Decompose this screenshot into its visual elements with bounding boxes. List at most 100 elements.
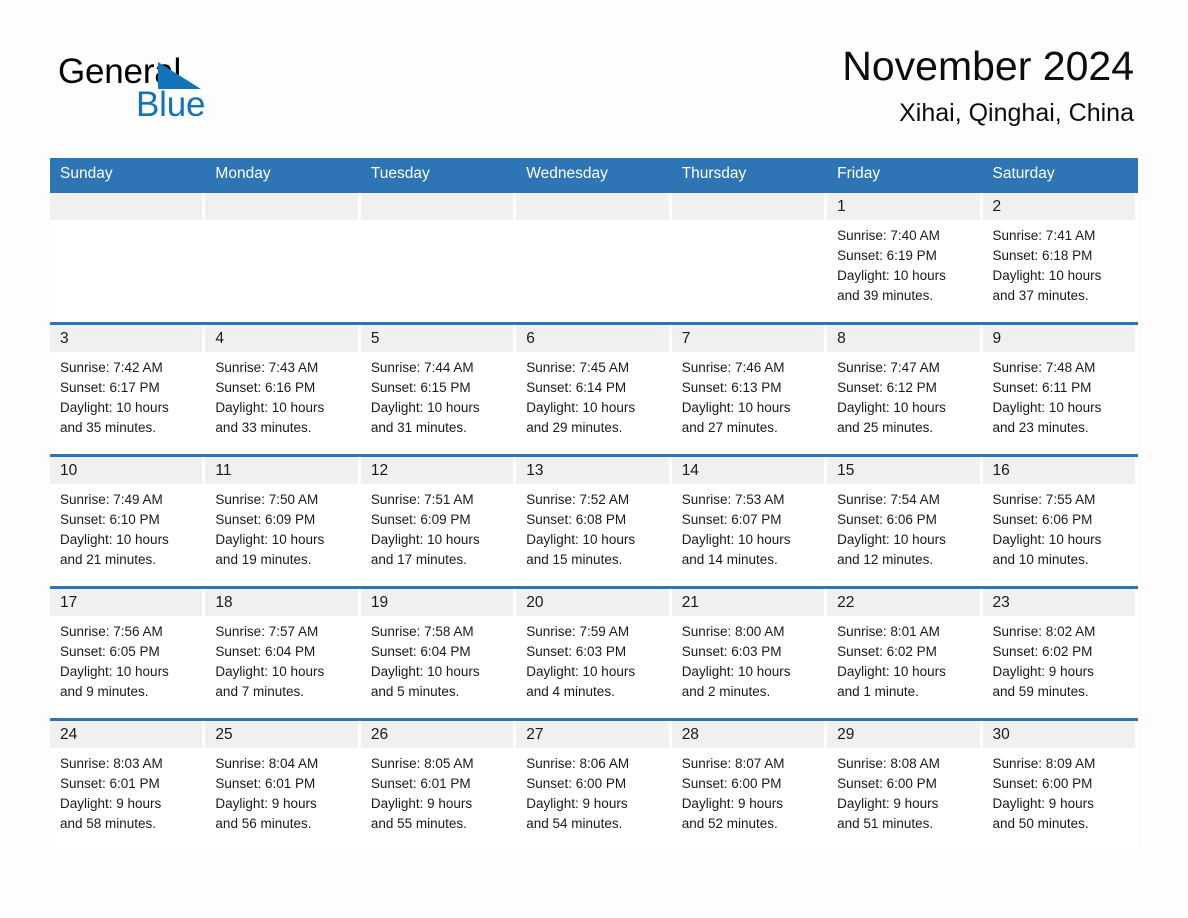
day-details (50, 220, 202, 226)
day-details: Sunrise: 7:46 AM Sunset: 6:13 PM Daylight:… (672, 352, 824, 438)
daylight-text-line1: Daylight: 10 hours (526, 532, 636, 547)
day-cell[interactable]: 7 Sunrise: 7:46 AM Sunset: 6:13 PM Daylight… (671, 325, 828, 454)
daylight-text-line1: Daylight: 9 hours (992, 664, 1094, 679)
day-number: 27 (516, 721, 669, 748)
day-cell[interactable]: 4 Sunrise: 7:43 AM Sunset: 6:16 PM Daylight… (205, 325, 361, 454)
day-details: Sunrise: 7:49 AM Sunset: 6:10 PM Daylight:… (50, 484, 202, 570)
day-cell[interactable] (50, 193, 206, 322)
day-cell[interactable]: 19 Sunrise: 7:58 AM Sunset: 6:04 PM Dayligh… (360, 589, 517, 718)
week-row: 3 Sunrise: 7:42 AM Sunset: 6:17 PM Daylight… (50, 322, 1138, 454)
day-cell[interactable] (360, 193, 517, 322)
daylight-text-line1: Daylight: 10 hours (681, 400, 791, 415)
sunrise-text: Sunrise: 7:45 AM (526, 360, 630, 375)
day-cell[interactable]: 21 Sunrise: 8:00 AM Sunset: 6:03 PM Dayligh… (671, 589, 828, 718)
day-number (671, 193, 825, 220)
daylight-text-line1: Daylight: 10 hours (992, 268, 1102, 283)
daylight-text-line2: and 59 minutes. (992, 684, 1089, 699)
day-cell[interactable]: 28 Sunrise: 8:07 AM Sunset: 6:00 PM Dayligh… (671, 721, 828, 850)
sunset-text: Sunset: 6:07 PM (681, 512, 782, 527)
sunrise-text: Sunrise: 7:51 AM (370, 492, 474, 507)
daylight-text-line1: Daylight: 9 hours (681, 796, 783, 811)
day-number: 29 (827, 721, 980, 748)
day-cell[interactable]: 8 Sunrise: 7:47 AM Sunset: 6:12 PM Daylight… (827, 325, 983, 454)
day-cell[interactable]: 27 Sunrise: 8:06 AM Sunset: 6:00 PM Dayligh… (516, 721, 672, 850)
day-cell[interactable]: 25 Sunrise: 8:04 AM Sunset: 6:01 PM Dayligh… (205, 721, 361, 850)
day-number (50, 193, 203, 220)
day-cell[interactable]: 12 Sunrise: 7:51 AM Sunset: 6:09 PM Dayligh… (360, 457, 517, 586)
day-cell[interactable]: 29 Sunrise: 8:08 AM Sunset: 6:00 PM Dayligh… (827, 721, 983, 850)
day-cell[interactable]: 2 Sunrise: 7:41 AM Sunset: 6:18 PM Daylight… (982, 193, 1138, 322)
week-row: 10 Sunrise: 7:49 AM Sunset: 6:10 PM Dayligh… (50, 454, 1138, 586)
daylight-text-line2: and 10 minutes. (992, 552, 1089, 567)
day-cell[interactable]: 26 Sunrise: 8:05 AM Sunset: 6:01 PM Dayligh… (360, 721, 517, 850)
daylight-text-line1: Daylight: 10 hours (215, 532, 325, 547)
day-cell[interactable]: 11 Sunrise: 7:50 AM Sunset: 6:09 PM Dayligh… (205, 457, 361, 586)
day-cell[interactable]: 6 Sunrise: 7:45 AM Sunset: 6:14 PM Daylight… (516, 325, 672, 454)
day-number: 11 (205, 457, 358, 484)
day-number: 19 (360, 589, 514, 616)
day-cell[interactable]: 20 Sunrise: 7:59 AM Sunset: 6:03 PM Dayligh… (516, 589, 672, 718)
sunset-text: Sunset: 6:01 PM (215, 776, 316, 791)
day-cell[interactable]: 14 Sunrise: 7:53 AM Sunset: 6:07 PM Dayligh… (671, 457, 828, 586)
day-details: Sunrise: 7:50 AM Sunset: 6:09 PM Daylight:… (205, 484, 357, 570)
day-number: 30 (982, 721, 1135, 748)
day-cell[interactable]: 18 Sunrise: 7:57 AM Sunset: 6:04 PM Dayligh… (205, 589, 361, 718)
sunrise-text: Sunrise: 7:50 AM (215, 492, 319, 507)
day-cell[interactable]: 23 Sunrise: 8:02 AM Sunset: 6:02 PM Dayligh… (982, 589, 1138, 718)
daylight-text-line2: and 35 minutes. (60, 420, 157, 435)
day-number: 1 (827, 193, 980, 220)
day-cell[interactable]: 13 Sunrise: 7:52 AM Sunset: 6:08 PM Dayligh… (516, 457, 672, 586)
daylight-text-line2: and 4 minutes. (526, 684, 615, 699)
day-cell[interactable]: 5 Sunrise: 7:44 AM Sunset: 6:15 PM Daylight… (360, 325, 517, 454)
day-cell[interactable]: 22 Sunrise: 8:01 AM Sunset: 6:02 PM Dayligh… (827, 589, 983, 718)
day-number: 15 (827, 457, 980, 484)
day-cell[interactable]: 24 Sunrise: 8:03 AM Sunset: 6:01 PM Dayligh… (50, 721, 206, 850)
day-cell[interactable]: 17 Sunrise: 7:56 AM Sunset: 6:05 PM Dayligh… (50, 589, 206, 718)
weekday-header-monday: Monday (215, 165, 271, 182)
calendar-grid: Sunday Monday Tuesday Wednesday Thursday… (50, 158, 1138, 850)
day-cell[interactable]: 3 Sunrise: 7:42 AM Sunset: 6:17 PM Daylight… (50, 325, 206, 454)
sunset-text: Sunset: 6:09 PM (215, 512, 316, 527)
sunrise-text: Sunrise: 8:02 AM (992, 624, 1096, 639)
daylight-text-line2: and 19 minutes. (215, 552, 312, 567)
daylight-text-line2: and 17 minutes. (370, 552, 467, 567)
daylight-text-line2: and 12 minutes. (837, 552, 934, 567)
title-block: November 2024 Xihai, Qinghai, China (842, 40, 1134, 130)
sunset-text: Sunset: 6:14 PM (526, 380, 627, 395)
daylight-text-line2: and 23 minutes. (992, 420, 1089, 435)
weekday-header-tuesday: Tuesday (370, 165, 430, 182)
day-cell[interactable]: 10 Sunrise: 7:49 AM Sunset: 6:10 PM Dayligh… (50, 457, 206, 586)
day-cell[interactable]: 9 Sunrise: 7:48 AM Sunset: 6:11 PM Daylight… (982, 325, 1138, 454)
daylight-text-line2: and 39 minutes. (837, 288, 934, 303)
sunset-text: Sunset: 6:05 PM (60, 644, 160, 659)
weekday-header-saturday: Saturday (992, 165, 1055, 182)
sunset-text: Sunset: 6:08 PM (526, 512, 627, 527)
sunrise-text: Sunrise: 7:46 AM (681, 360, 785, 375)
day-details: Sunrise: 7:41 AM Sunset: 6:18 PM Daylight:… (983, 220, 1135, 306)
sunset-text: Sunset: 6:03 PM (681, 644, 782, 659)
sunrise-text: Sunrise: 7:44 AM (370, 360, 474, 375)
day-number: 10 (50, 457, 203, 484)
day-number: 7 (671, 325, 825, 352)
sunset-text: Sunset: 6:02 PM (992, 644, 1093, 659)
daylight-text-line2: and 25 minutes. (837, 420, 934, 435)
daylight-text-line1: Daylight: 10 hours (60, 400, 169, 415)
daylight-text-line1: Daylight: 9 hours (992, 796, 1094, 811)
page-header: General Blue November 2024 Xihai, Qingha… (50, 40, 1138, 150)
daylight-text-line1: Daylight: 9 hours (60, 796, 162, 811)
location-subtitle: Xihai, Qinghai, China (899, 99, 1134, 127)
daylight-text-line2: and 54 minutes. (526, 816, 623, 831)
day-cell[interactable]: 16 Sunrise: 7:55 AM Sunset: 6:06 PM Dayligh… (982, 457, 1138, 586)
day-details: Sunrise: 8:05 AM Sunset: 6:01 PM Daylight:… (361, 748, 513, 834)
sunrise-text: Sunrise: 7:59 AM (526, 624, 630, 639)
day-cell[interactable] (671, 193, 828, 322)
day-cell[interactable]: 30 Sunrise: 8:09 AM Sunset: 6:00 PM Dayligh… (982, 721, 1138, 850)
day-details: Sunrise: 7:54 AM Sunset: 6:06 PM Daylight:… (827, 484, 979, 570)
day-cell[interactable] (516, 193, 672, 322)
day-cell[interactable]: 15 Sunrise: 7:54 AM Sunset: 6:06 PM Dayligh… (827, 457, 983, 586)
day-cell[interactable]: 1 Sunrise: 7:40 AM Sunset: 6:19 PM Daylight… (827, 193, 983, 322)
day-cell[interactable] (205, 193, 361, 322)
sunset-text: Sunset: 6:04 PM (370, 644, 471, 659)
weekday-header-thursday: Thursday (681, 165, 747, 182)
daylight-text-line2: and 21 minutes. (60, 552, 157, 567)
